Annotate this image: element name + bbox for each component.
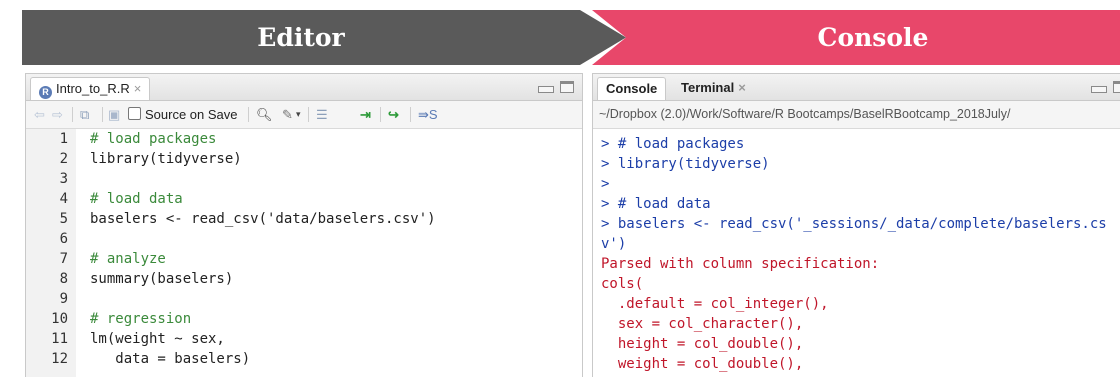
minimize-icon[interactable] [538, 86, 554, 93]
close-tab-icon[interactable]: × [134, 81, 142, 96]
editor-pane: R Intro_to_R.R × ⇦ ⇨ ⧉ ▣ Source on Save 🔍︎… [25, 73, 583, 377]
console-line: sex = col_character(), [601, 316, 804, 332]
console-line: Parsed with column specification: [601, 256, 880, 272]
tab-terminal[interactable]: Terminal × [673, 77, 754, 100]
code-text: summary(baselers) [90, 271, 234, 287]
code-text: # load data [90, 191, 183, 207]
run-line-icon[interactable]: ⇥ [360, 106, 371, 123]
code-text: # analyze [90, 251, 166, 267]
editor-banner-title: Editor [257, 23, 345, 52]
forward-arrow-icon[interactable]: ⇨ [52, 106, 63, 123]
console-line: > # load packages [601, 136, 745, 152]
console-line: weight = col_double(), [601, 356, 804, 372]
code-text: library(tidyverse) [90, 151, 242, 167]
line-number: 9 [59, 291, 68, 307]
search-icon[interactable]: 🔍︎ [256, 106, 273, 123]
show-in-window-icon[interactable]: ⧉ [80, 106, 89, 123]
source-on-save-checkbox[interactable] [128, 107, 141, 120]
line-number: 1 [59, 131, 68, 147]
r-file-icon: R [39, 86, 52, 99]
console-line: height = col_double(), [601, 336, 804, 352]
line-number: 10 [51, 311, 68, 327]
source-on-save-toggle[interactable]: Source on Save [128, 106, 238, 123]
line-number: 3 [59, 171, 68, 187]
tab-terminal-label: Terminal [681, 80, 735, 95]
maximize-icon[interactable] [1113, 81, 1120, 93]
line-number: 8 [59, 271, 68, 287]
line-number: 7 [59, 251, 68, 267]
console-line: > # load data [601, 196, 711, 212]
source-icon[interactable]: ⇛S [418, 106, 438, 123]
console-line: .default = col_integer(), [601, 296, 829, 312]
tab-label: Intro_to_R.R [56, 81, 130, 96]
source-label: S [428, 107, 438, 122]
console-line: > baselers <- read_csv('_sessions/_data/… [601, 216, 1107, 232]
tab-intro-to-r[interactable]: R Intro_to_R.R × [30, 77, 151, 100]
console-line: > [601, 176, 610, 192]
console-banner-title: Console [817, 23, 929, 52]
chevron-down-icon[interactable]: ▾ [296, 106, 301, 123]
close-terminal-icon[interactable]: × [738, 80, 746, 95]
minimize-icon[interactable] [1091, 86, 1107, 93]
code-text: baselers <- read_csv('data/baselers.csv'… [90, 211, 436, 227]
console-line: v') [601, 236, 627, 252]
console-line: cols( [601, 276, 644, 292]
source-on-save-label: Source on Save [145, 107, 238, 122]
console-line: > library(tidyverse) [601, 156, 770, 172]
line-number: 5 [59, 211, 68, 227]
maximize-icon[interactable] [560, 81, 574, 93]
code-text: data = baselers) [90, 351, 251, 367]
save-icon[interactable]: ▣ [108, 106, 120, 123]
editor-toolbar: ⇦ ⇨ ⧉ ▣ Source on Save 🔍︎ ✎ ▾ ☰ ⇥ ↪ ⇛S [26, 101, 582, 129]
line-number: 2 [59, 151, 68, 167]
code-text: lm(weight ~ sex, [90, 331, 225, 347]
compile-report-icon[interactable]: ☰ [316, 106, 328, 123]
editor-tabbar: R Intro_to_R.R × [26, 74, 582, 101]
line-number: 4 [59, 191, 68, 207]
line-number: 11 [51, 331, 68, 347]
working-directory-path: ~/Dropbox (2.0)/Work/Software/R Bootcamp… [593, 101, 1120, 129]
tab-console[interactable]: Console [597, 77, 667, 100]
code-text: # regression [90, 311, 192, 327]
rerun-icon[interactable]: ↪ [388, 106, 399, 123]
line-number: 12 [51, 351, 68, 367]
back-arrow-icon[interactable]: ⇦ [34, 106, 45, 123]
code-text: # load packages [90, 131, 217, 147]
console-pane: Console Terminal × ~/Dropbox (2.0)/Work/S… [592, 73, 1120, 377]
code-tools-wand-icon[interactable]: ✎ [282, 106, 293, 123]
line-number: 6 [59, 231, 68, 247]
console-tabbar: Console Terminal × [593, 74, 1120, 101]
